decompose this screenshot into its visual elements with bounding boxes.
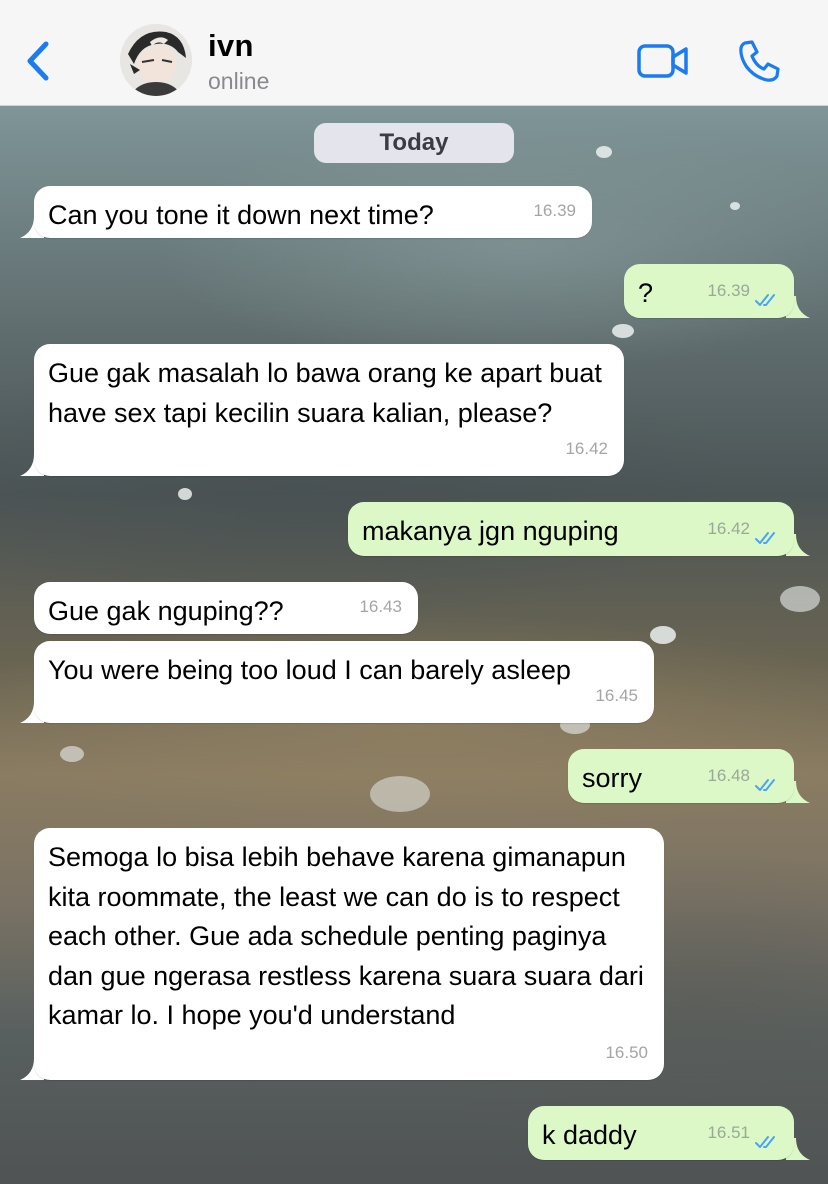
voice-call-button[interactable] xyxy=(736,38,782,84)
message-time: 16.51 xyxy=(707,1122,750,1142)
chat-header: ivn online xyxy=(0,0,828,106)
message-time: 16.42 xyxy=(707,518,750,538)
read-ticks-icon xyxy=(755,779,775,791)
message-outgoing[interactable]: ? 16.39 xyxy=(624,264,794,318)
background-foam xyxy=(650,626,676,644)
chevron-left-icon xyxy=(27,41,49,81)
background-foam xyxy=(730,202,740,210)
message-text: You were being too loud I can barely asl… xyxy=(48,655,571,685)
read-ticks-icon xyxy=(755,1136,775,1148)
message-time: 16.39 xyxy=(533,200,576,220)
background-foam xyxy=(370,776,430,812)
message-text: Gue gak nguping?? xyxy=(48,596,284,626)
message-text: Semoga lo bisa lebih behave karena giman… xyxy=(48,842,644,1030)
message-time: 16.45 xyxy=(595,685,638,705)
message-time: 16.42 xyxy=(565,438,608,458)
message-outgoing[interactable]: k daddy 16.51 xyxy=(528,1106,794,1160)
message-time: 16.48 xyxy=(707,765,750,785)
message-outgoing[interactable]: makanya jgn nguping 16.42 xyxy=(348,502,794,556)
background-foam xyxy=(178,488,192,500)
contact-status: online xyxy=(208,68,270,94)
read-ticks-icon xyxy=(755,532,775,544)
message-incoming[interactable]: Semoga lo bisa lebih behave karena giman… xyxy=(34,828,664,1080)
background-foam xyxy=(780,586,820,612)
read-ticks-icon xyxy=(755,294,775,306)
contact-name[interactable]: ivn xyxy=(208,28,254,64)
message-text: sorry xyxy=(582,763,642,793)
background-foam xyxy=(60,746,84,762)
message-incoming[interactable]: You were being too loud I can barely asl… xyxy=(34,641,654,723)
message-time: 16.50 xyxy=(605,1042,648,1062)
message-text: Gue gak masalah lo bawa orang ke apart b… xyxy=(48,358,602,428)
date-separator: Today xyxy=(314,123,514,163)
message-incoming[interactable]: Gue gak masalah lo bawa orang ke apart b… xyxy=(34,344,624,476)
video-camera-icon xyxy=(637,44,688,78)
message-time: 16.43 xyxy=(359,596,402,616)
message-time: 16.39 xyxy=(707,280,750,300)
video-call-button[interactable] xyxy=(636,42,690,80)
background-foam xyxy=(596,146,612,158)
avatar-image xyxy=(120,24,192,96)
message-outgoing[interactable]: sorry 16.48 xyxy=(568,749,794,803)
background-foam xyxy=(612,324,634,338)
back-button[interactable] xyxy=(22,38,56,84)
message-text: Can you tone it down next time? xyxy=(48,200,434,230)
message-incoming[interactable]: Gue gak nguping?? 16.43 xyxy=(34,582,418,634)
message-incoming[interactable]: Can you tone it down next time? 16.39 xyxy=(34,186,592,238)
phone-icon xyxy=(739,40,780,82)
avatar[interactable] xyxy=(120,24,192,96)
chat-area[interactable]: Today Can you tone it down next time? 16… xyxy=(0,106,828,1184)
